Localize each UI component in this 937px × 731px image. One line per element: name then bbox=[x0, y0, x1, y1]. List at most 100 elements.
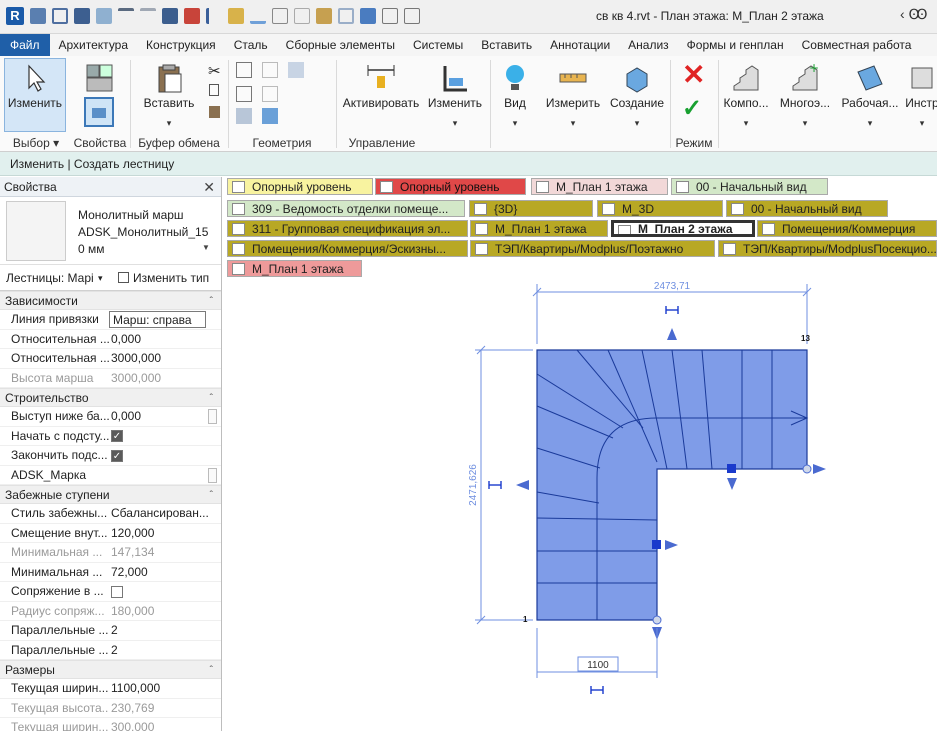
property-value[interactable]: 0,000 bbox=[109, 407, 221, 426]
checkbox[interactable]: ✓ bbox=[111, 430, 123, 443]
property-group-header[interactable]: Забежные ступени ˆ bbox=[0, 485, 221, 504]
scrollbar-thumb[interactable] bbox=[208, 409, 217, 424]
collapse-chevron-icon[interactable]: ˆ bbox=[210, 389, 213, 408]
property-row[interactable]: Минимальная ... 147,134 bbox=[0, 543, 221, 563]
property-group-header[interactable]: Зависимости ˆ bbox=[0, 291, 221, 310]
modify-edit-button[interactable]: Изменить ▾ bbox=[424, 56, 486, 151]
property-row[interactable]: Радиус сопряж... 180,000 bbox=[0, 602, 221, 621]
view-tab[interactable]: Опорный уровень bbox=[375, 178, 526, 195]
property-value[interactable]: 2 bbox=[109, 641, 221, 660]
undo-icon[interactable] bbox=[118, 8, 134, 24]
tab-file[interactable]: Файл bbox=[0, 34, 50, 56]
property-value[interactable]: Марш: справа bbox=[109, 311, 206, 328]
chevron-down-icon[interactable]: ▾ bbox=[98, 265, 103, 291]
redo-icon[interactable] bbox=[140, 8, 156, 24]
close-hidden-icon[interactable] bbox=[382, 8, 398, 24]
checkbox[interactable]: ✓ bbox=[111, 449, 123, 462]
binoculars-icon[interactable]: ‹ Ꙭ bbox=[900, 6, 928, 23]
dimension-icon[interactable] bbox=[228, 8, 244, 24]
create-button[interactable]: Создание ▾ bbox=[606, 56, 668, 151]
view-tab[interactable]: Помещения/Коммерция bbox=[757, 220, 937, 237]
tab-insert[interactable]: Вставить bbox=[472, 34, 541, 56]
print-icon[interactable] bbox=[162, 8, 178, 24]
home-icon[interactable] bbox=[30, 8, 46, 24]
join-icon[interactable] bbox=[288, 62, 304, 78]
property-row[interactable]: Относительная ... 0,000 bbox=[0, 330, 221, 349]
property-row[interactable]: Сопряжение в ... bbox=[0, 582, 221, 602]
view-tab[interactable]: Опорный уровень bbox=[227, 178, 373, 195]
collapse-chevron-icon[interactable]: ˆ bbox=[210, 486, 213, 505]
thin-lines-icon[interactable] bbox=[360, 8, 376, 24]
drawing-canvas[interactable]: 2473,71 2471,626 1100 1 13 bbox=[223, 278, 937, 731]
property-value[interactable]: 120,000 bbox=[109, 524, 221, 543]
collapse-chevron-icon[interactable]: ˆ bbox=[210, 292, 213, 311]
switch-windows-icon[interactable] bbox=[404, 8, 420, 24]
property-value[interactable]: Сбалансирован... bbox=[109, 504, 221, 523]
property-group-header[interactable]: Строительство ˆ bbox=[0, 388, 221, 407]
property-value[interactable]: 2 bbox=[109, 621, 221, 640]
stair-plan[interactable]: 2473,71 2471,626 1100 1 13 bbox=[223, 278, 937, 731]
instance-filter[interactable]: Лестницы: Марі bbox=[6, 271, 94, 285]
text-icon[interactable] bbox=[294, 8, 310, 24]
tab-analyze[interactable]: Анализ bbox=[619, 34, 678, 56]
property-row[interactable]: Высота марша 3000,000 bbox=[0, 369, 221, 388]
match-type-icon[interactable] bbox=[209, 106, 220, 118]
cut-geometry-icon[interactable] bbox=[262, 62, 278, 78]
property-value[interactable]: 180,000 bbox=[109, 602, 221, 621]
demolish-icon[interactable] bbox=[262, 108, 278, 124]
save-icon[interactable] bbox=[74, 8, 90, 24]
property-value[interactable]: 0,000 bbox=[109, 330, 221, 349]
view-tab[interactable]: Помещения/Коммерция/Эскизны... bbox=[227, 240, 468, 257]
checkbox[interactable] bbox=[111, 585, 123, 598]
property-value[interactable] bbox=[109, 466, 221, 485]
property-row[interactable]: Текущая ширин... 300,000 bbox=[0, 718, 221, 731]
property-value[interactable]: 147,134 bbox=[109, 543, 221, 562]
view-tab[interactable]: 00 - Начальный вид bbox=[726, 200, 888, 217]
view-tab[interactable]: 311 - Групповая спецификация эл... bbox=[227, 220, 468, 237]
cancel-edit-mode-icon[interactable]: ✕ bbox=[682, 60, 705, 90]
property-row[interactable]: Параллельные ... 2 bbox=[0, 621, 221, 641]
view-tab[interactable]: {3D} bbox=[469, 200, 593, 217]
multistory-button[interactable]: + Многоэ... ▾ bbox=[776, 56, 834, 151]
edit-type-button[interactable]: Изменить тип bbox=[118, 265, 209, 291]
chevron-down-icon[interactable]: ▼ bbox=[202, 243, 210, 252]
tab-steel[interactable]: Сталь bbox=[225, 34, 277, 56]
view-tab[interactable]: ТЭП/Квартиры/Modplus/Поэтажно bbox=[470, 240, 715, 257]
property-row[interactable]: Текущая ширин... 1100,000 bbox=[0, 679, 221, 699]
property-value[interactable]: 1100,000 bbox=[109, 679, 221, 698]
wall-joins-icon[interactable] bbox=[236, 86, 252, 102]
view-tab[interactable]: ТЭП/Квартиры/ModplusПосекцио... bbox=[718, 240, 937, 257]
property-row[interactable]: Линия привязки Марш: справа bbox=[0, 310, 221, 330]
workplane-button[interactable]: Рабочая... ▾ bbox=[838, 56, 902, 151]
view-tab[interactable]: М_План 2 этажа bbox=[611, 220, 755, 237]
sync-icon[interactable] bbox=[96, 8, 112, 24]
finish-edit-mode-icon[interactable]: ✓ bbox=[682, 96, 702, 122]
close-icon[interactable]: ✕ bbox=[203, 177, 215, 197]
property-row[interactable]: Выступ ниже ба... 0,000 bbox=[0, 407, 221, 427]
view-tab[interactable]: 00 - Начальный вид bbox=[671, 178, 828, 195]
property-value[interactable]: 230,769 bbox=[109, 699, 221, 718]
tools-button[interactable]: Инстр ▾ bbox=[902, 56, 937, 151]
tab-precast[interactable]: Сборные элементы bbox=[277, 34, 404, 56]
type-selector[interactable]: Монолитный марш ADSK_Монолитный_15 0 мм … bbox=[0, 197, 221, 265]
3d-view-icon[interactable] bbox=[316, 8, 332, 24]
view-tab[interactable]: 309 - Ведомость отделки помеще... bbox=[227, 200, 465, 217]
tag-icon[interactable] bbox=[272, 8, 288, 24]
line-icon[interactable] bbox=[250, 8, 266, 24]
property-row[interactable]: Смещение внут... 120,000 bbox=[0, 524, 221, 543]
panel-select[interactable]: Выбор ▾ bbox=[2, 134, 70, 151]
tab-systems[interactable]: Системы bbox=[404, 34, 472, 56]
component-button[interactable]: Компо... ▾ bbox=[720, 56, 772, 151]
section-icon[interactable] bbox=[338, 8, 354, 24]
copy-icon[interactable] bbox=[209, 84, 219, 96]
property-value[interactable]: 300,000 bbox=[109, 718, 221, 731]
property-value[interactable]: 72,000 bbox=[109, 563, 221, 582]
scrollbar-thumb[interactable] bbox=[208, 467, 217, 483]
property-row[interactable]: Закончить подс... ✓ bbox=[0, 446, 221, 466]
view-tab[interactable]: М_3D bbox=[597, 200, 723, 217]
view-tab[interactable]: М_План 1 этажа bbox=[470, 220, 608, 237]
property-row[interactable]: Минимальная ... 72,000 bbox=[0, 563, 221, 582]
tab-architecture[interactable]: Архитектура bbox=[50, 34, 138, 56]
open-icon[interactable] bbox=[52, 8, 68, 24]
view-tab[interactable]: М_План 1 этажа bbox=[531, 178, 668, 195]
